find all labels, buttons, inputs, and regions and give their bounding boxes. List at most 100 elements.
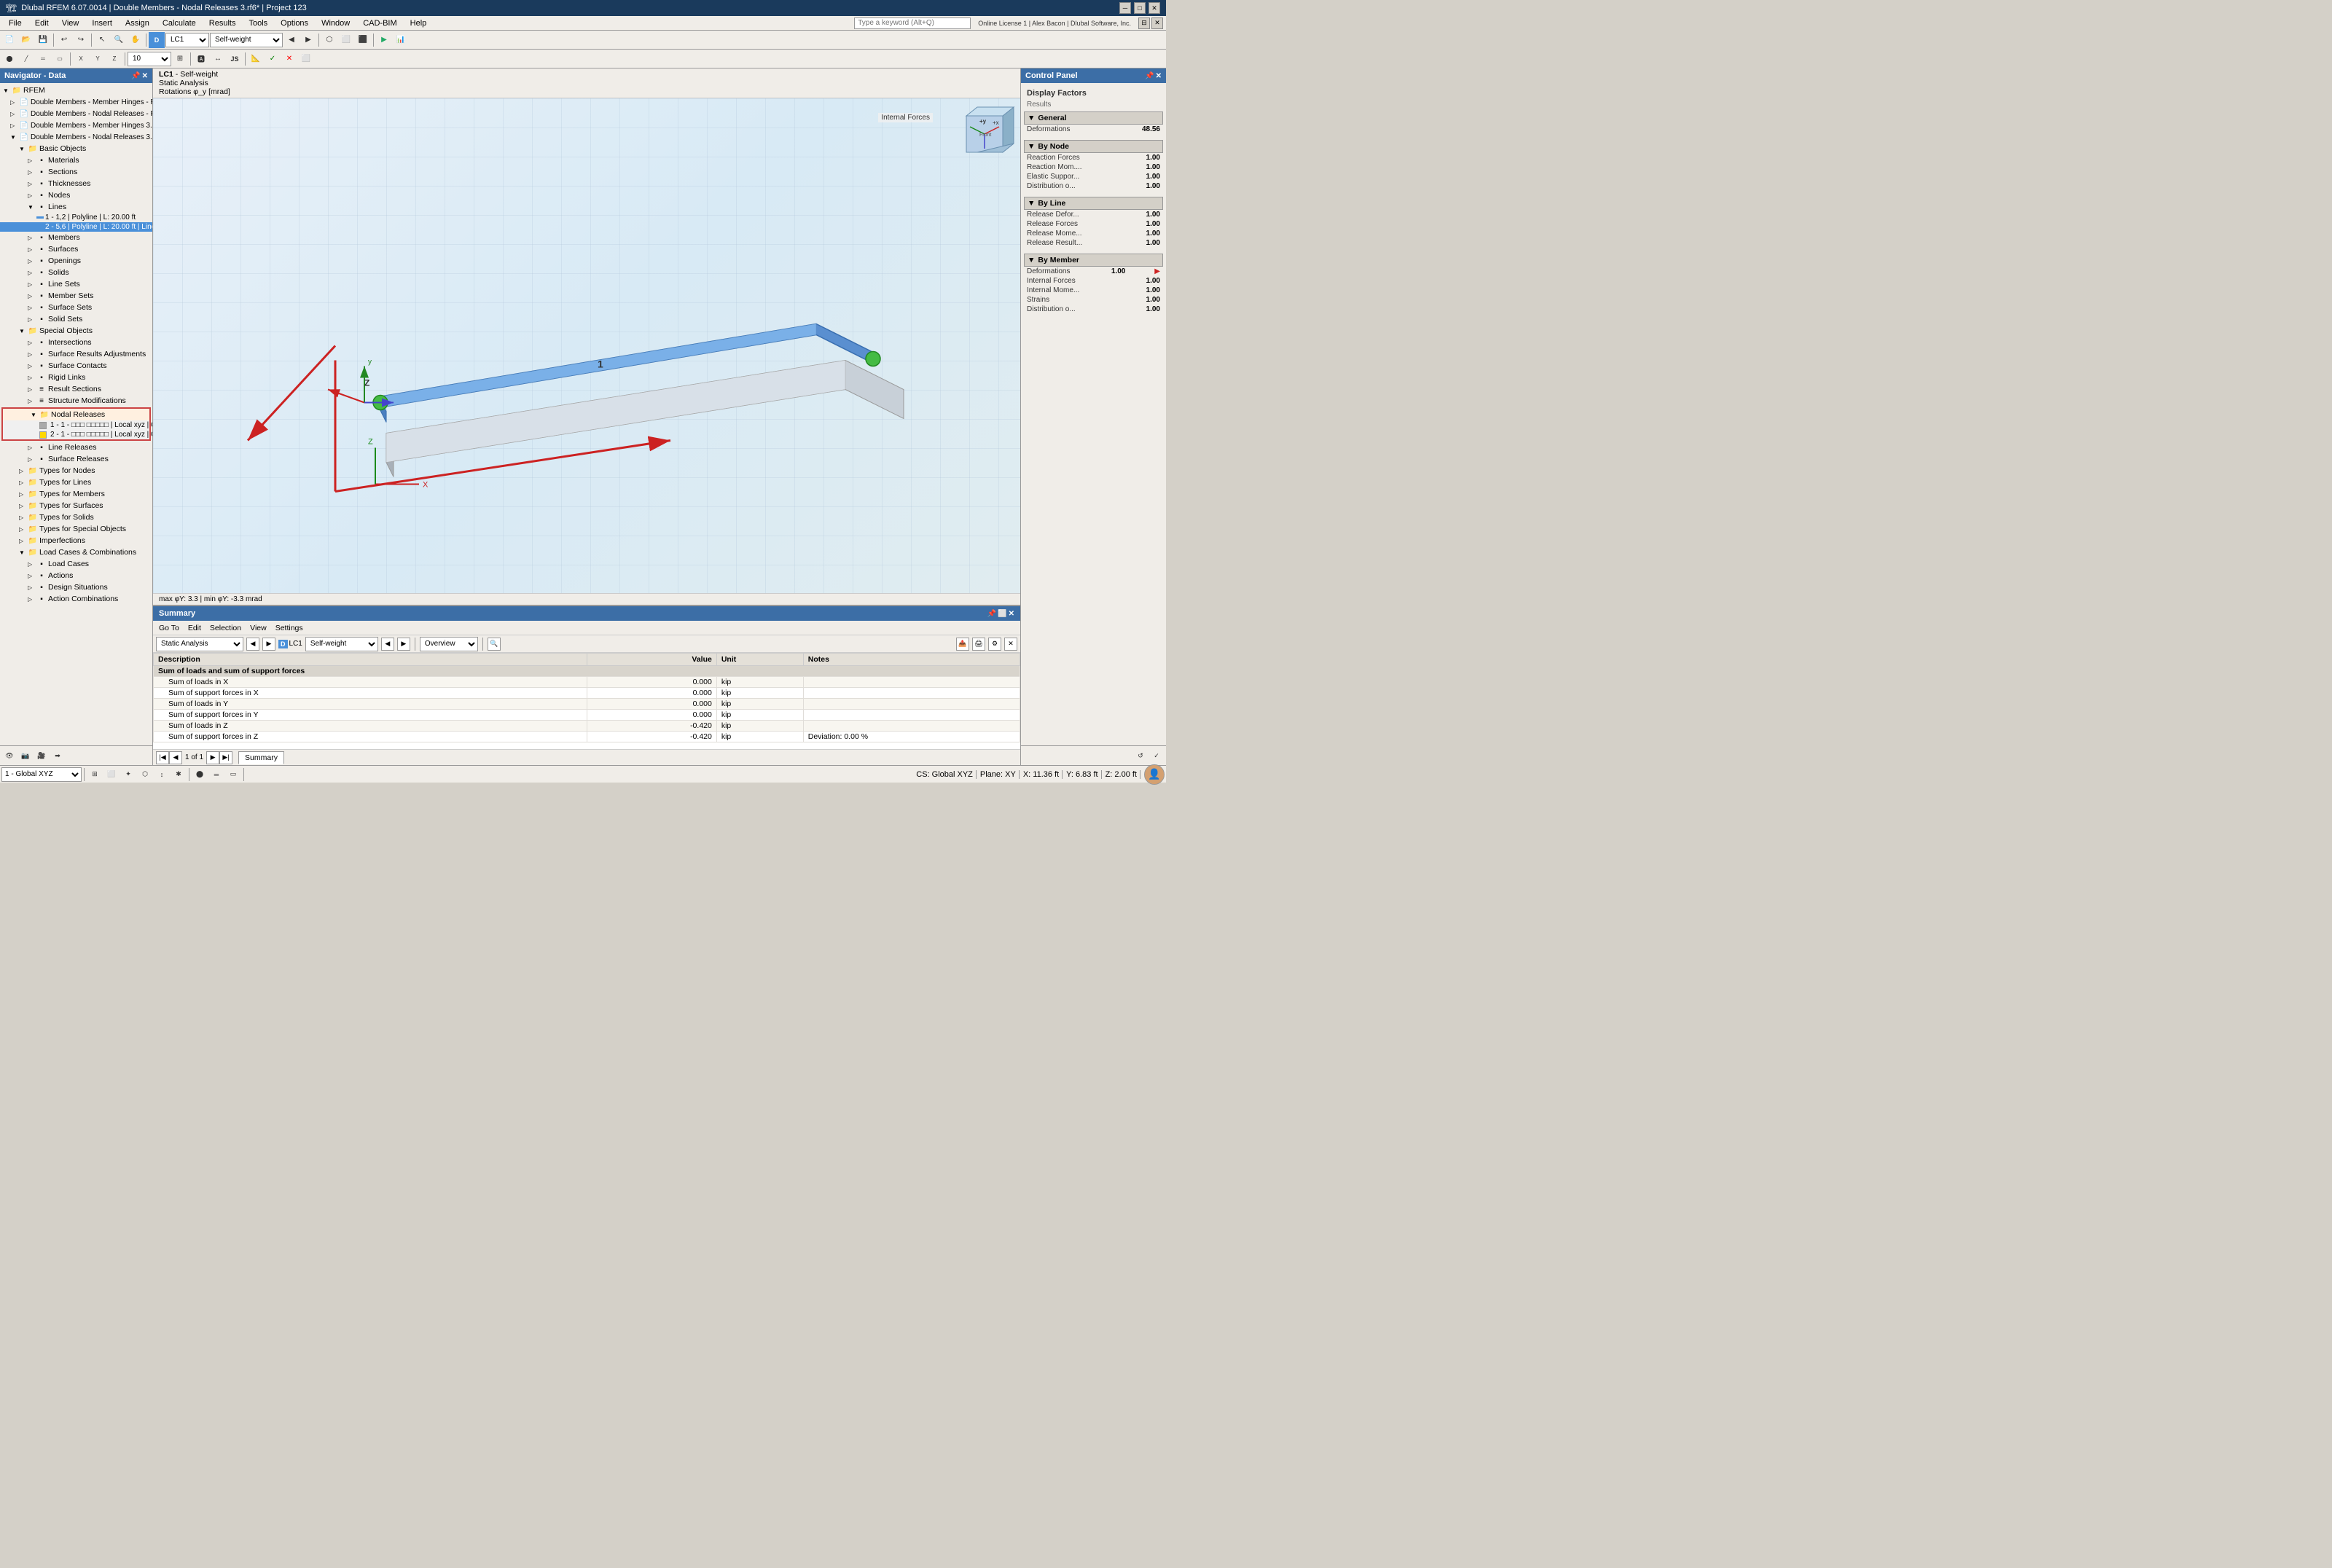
- results-btn[interactable]: 📊: [393, 32, 409, 48]
- minimize-btn[interactable]: ─: [1119, 2, 1131, 14]
- nav-thicknesses[interactable]: ▷ ▪ Thicknesses: [0, 178, 152, 189]
- calc-btn[interactable]: ▶: [376, 32, 392, 48]
- lc-select[interactable]: LC1: [165, 33, 209, 47]
- sum-goto[interactable]: Go To: [156, 623, 182, 633]
- nav-action-combinations[interactable]: ▷ ▪ Action Combinations: [0, 593, 152, 605]
- sum-lc-select[interactable]: Self-weight: [305, 637, 378, 651]
- menu-insert[interactable]: Insert: [86, 17, 118, 29]
- nav-nodes[interactable]: ▷ ▪ Nodes: [0, 189, 152, 201]
- surface-btn[interactable]: ▭: [52, 51, 68, 67]
- measure-btn[interactable]: 📐: [248, 51, 264, 67]
- nav-cube-container[interactable]: +y +x Front: [952, 101, 1017, 167]
- nav-file-1[interactable]: ▷ 📄 Double Members - Member Hinges - Rec…: [0, 96, 152, 108]
- node-btn[interactable]: ⬤: [1, 51, 17, 67]
- keyword-search[interactable]: [854, 17, 971, 29]
- sum-edit[interactable]: Edit: [185, 623, 204, 633]
- sum-print-btn[interactable]: 🖨: [972, 638, 985, 651]
- nav-types-nodes[interactable]: ▷ 📁 Types for Nodes: [0, 465, 152, 477]
- sum-view[interactable]: View: [247, 623, 270, 633]
- menu-assign[interactable]: Assign: [120, 17, 155, 29]
- nav-line-1[interactable]: 1 - 1,2 | Polyline | L: 20.00 ft: [0, 213, 152, 222]
- nav-pin-btn[interactable]: 📌: [131, 72, 140, 80]
- line-btn[interactable]: ╱: [18, 51, 34, 67]
- nav-file-4[interactable]: ▼ 📄 Double Members - Nodal Releases 3.rf…: [0, 131, 152, 143]
- sum-prev-btn[interactable]: ◀: [246, 638, 259, 651]
- nav-materials[interactable]: ▷ ▪ Materials: [0, 154, 152, 166]
- nav-rigid-links[interactable]: ▷ ▪ Rigid Links: [0, 372, 152, 383]
- nav-surf-contacts[interactable]: ▷ ▪ Surface Contacts: [0, 360, 152, 372]
- nav-member-sets[interactable]: ▷ ▪ Member Sets: [0, 290, 152, 302]
- nav-members[interactable]: ▷ ▪ Members: [0, 232, 152, 243]
- cp-byline-header[interactable]: ▼ By Line: [1024, 197, 1163, 210]
- cp-general-header[interactable]: ▼ General: [1024, 111, 1163, 125]
- lc-name-select[interactable]: Self-weight: [210, 33, 283, 47]
- box-btn[interactable]: ⬜: [298, 51, 314, 67]
- view-mode-select[interactable]: 1 - Global XYZ: [1, 767, 82, 782]
- js-btn[interactable]: JS: [227, 51, 243, 67]
- viewport-canvas[interactable]: Internal Forces: [153, 98, 1020, 593]
- nav-surface-releases[interactable]: ▷ ▪ Surface Releases: [0, 453, 152, 465]
- zoom-btn[interactable]: 🔍: [111, 32, 127, 48]
- menu-edit[interactable]: Edit: [29, 17, 55, 29]
- nav-nodal-releases[interactable]: ▼ 📁 Nodal Releases: [3, 409, 149, 420]
- bt-select2[interactable]: ═: [208, 767, 224, 783]
- nav-load-cases-item[interactable]: ▷ ▪ Load Cases: [0, 558, 152, 570]
- nav-types-lines[interactable]: ▷ 📁 Types for Lines: [0, 477, 152, 488]
- save-btn[interactable]: 💾: [35, 32, 51, 48]
- nav-types-special[interactable]: ▷ 📁 Types for Special Objects: [0, 523, 152, 535]
- bt-btn2[interactable]: ⬜: [103, 767, 120, 783]
- prev-lc-btn[interactable]: ◀: [283, 32, 300, 48]
- cp-bymember-header[interactable]: ▼ By Member: [1024, 254, 1163, 267]
- perspective-btn[interactable]: ⬛: [355, 32, 371, 48]
- nav-types-surfaces[interactable]: ▷ 📁 Types for Surfaces: [0, 500, 152, 511]
- sum-analysis-select[interactable]: Static Analysis: [156, 637, 243, 651]
- check-btn[interactable]: ✓: [265, 51, 281, 67]
- menu-options[interactable]: Options: [275, 17, 314, 29]
- sum-selection[interactable]: Selection: [207, 623, 244, 633]
- redo-btn[interactable]: ↪: [73, 32, 89, 48]
- nav-imperfections[interactable]: ▷ 📁 Imperfections: [0, 535, 152, 546]
- bt-btn3[interactable]: ✦: [120, 767, 136, 783]
- menu-results[interactable]: Results: [203, 17, 242, 29]
- member-btn[interactable]: ═: [35, 51, 51, 67]
- close-btn[interactable]: ✕: [1149, 2, 1160, 14]
- sum-settings-btn[interactable]: ⚙: [988, 638, 1001, 651]
- menu-file[interactable]: File: [3, 17, 28, 29]
- cp-bynode-header[interactable]: ▼ By Node: [1024, 140, 1163, 153]
- nav-lines[interactable]: ▼ ▪ Lines: [0, 201, 152, 213]
- sum-export-btn[interactable]: 📤: [956, 638, 969, 651]
- nav-line-2[interactable]: 2 - 5,6 | Polyline | L: 20.00 ft | Line …: [0, 222, 152, 232]
- bt-btn5[interactable]: ↕: [154, 767, 170, 783]
- sum-close2-btn[interactable]: ✕: [1004, 638, 1017, 651]
- nav-nr-2[interactable]: 2 - 1 - □□□ □□□□□ | Local xyz | C_φX: 0.…: [3, 430, 149, 439]
- summary-max-btn[interactable]: ⬜: [998, 610, 1006, 618]
- nav-design-situations[interactable]: ▷ ▪ Design Situations: [0, 581, 152, 593]
- nav-intersections[interactable]: ▷ ▪ Intersections: [0, 337, 152, 348]
- menu-view[interactable]: View: [56, 17, 85, 29]
- nav-special-objects[interactable]: ▼ 📁 Special Objects: [0, 325, 152, 337]
- undo-btn[interactable]: ↩: [56, 32, 72, 48]
- bt-btn6[interactable]: ✱: [171, 767, 187, 783]
- nav-close-btn[interactable]: ✕: [142, 72, 148, 80]
- nav-sections[interactable]: ▷ ▪ Sections: [0, 166, 152, 178]
- bt-btn4[interactable]: ⬡: [137, 767, 153, 783]
- summary-close-btn[interactable]: ✕: [1009, 610, 1014, 618]
- nav-video-btn[interactable]: 🎥: [34, 748, 50, 764]
- nav-file-2[interactable]: ▷ 📄 Double Members - Nodal Releases - FA…: [0, 108, 152, 119]
- render-btn[interactable]: D: [149, 32, 165, 48]
- sum-lc-next[interactable]: ▶: [397, 638, 410, 651]
- page-last-btn[interactable]: ▶|: [219, 751, 232, 764]
- bt-btn1[interactable]: ⊞: [87, 767, 103, 783]
- dimension-btn[interactable]: ↔: [210, 51, 226, 67]
- nav-line-releases[interactable]: ▷ ▪ Line Releases: [0, 442, 152, 453]
- bt-select3[interactable]: ▭: [225, 767, 241, 783]
- y-axis-btn[interactable]: Y: [90, 51, 106, 67]
- menu-cad-bim[interactable]: CAD-BIM: [357, 17, 402, 29]
- page-prev-btn[interactable]: ◀: [169, 751, 182, 764]
- pan-btn[interactable]: ✋: [128, 32, 144, 48]
- x-axis-btn[interactable]: X: [73, 51, 89, 67]
- nav-actions[interactable]: ▷ ▪ Actions: [0, 570, 152, 581]
- cp-pin-btn[interactable]: 📌: [1145, 72, 1154, 80]
- bt-select1[interactable]: ⬤: [192, 767, 208, 783]
- menu-help[interactable]: Help: [404, 17, 433, 29]
